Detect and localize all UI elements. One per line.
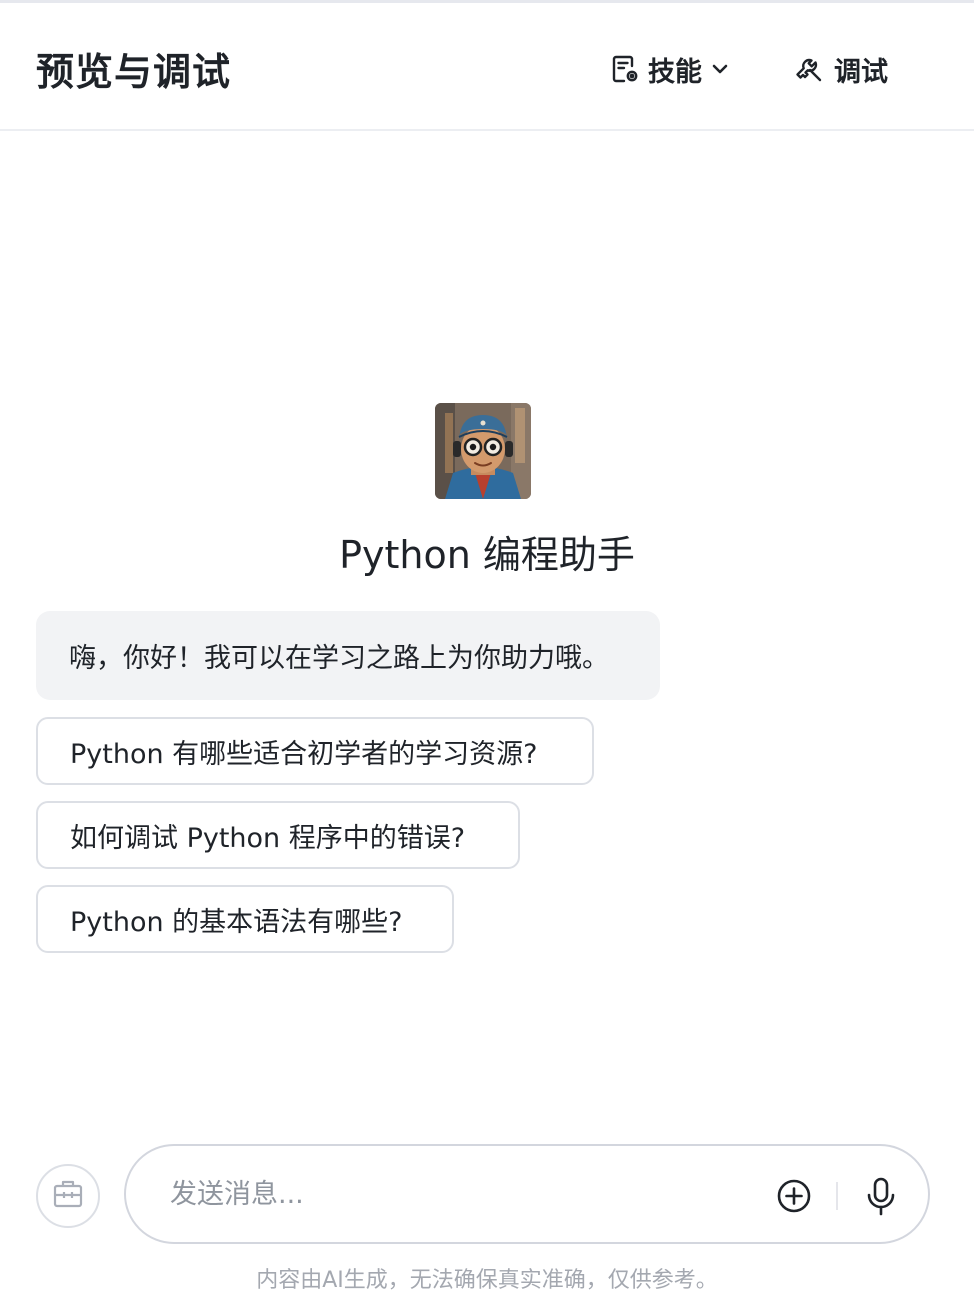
suggestion-chip[interactable]: 如何调试 Python 程序中的错误? [36,801,520,869]
bot-avatar [435,403,531,499]
briefcase-button[interactable] [36,1164,100,1228]
suggestion-chip[interactable]: Python 有哪些适合初学者的学习资源? [36,717,594,785]
document-settings-icon [610,54,640,84]
greeting-text: 嗨，你好！我可以在学习之路上为你助力哦。 [69,643,609,674]
preview-debug-page: 预览与调试 技能 调试 Python 编程助手 嗨，你好！我可以在学习之路上为你… [0,0,974,1300]
message-input[interactable] [170,1174,730,1214]
greeting-message: 嗨，你好！我可以在学习之路上为你助力哦。 [36,611,660,700]
suggestion-chip[interactable]: Python 的基本语法有哪些? [36,885,454,953]
debug-label: 调试 [834,56,888,88]
microphone-icon[interactable] [864,1176,898,1216]
chevron-down-icon [710,59,730,79]
ai-disclaimer: 内容由AI生成，无法确保真实准确，仅供参考。 [256,1268,718,1293]
bot-name: Python 编程助手 [339,533,635,577]
briefcase-icon [52,1178,84,1214]
skills-dropdown-button[interactable]: 技能 [610,47,730,91]
message-composer [124,1144,930,1244]
plus-circle-icon[interactable] [776,1178,812,1214]
skills-label: 技能 [648,56,702,88]
page-title: 预览与调试 [36,50,232,94]
header: 预览与调试 技能 调试 [0,3,974,131]
debug-button[interactable]: 调试 [794,47,888,91]
wrench-icon [794,54,824,84]
composer-divider [836,1182,838,1210]
